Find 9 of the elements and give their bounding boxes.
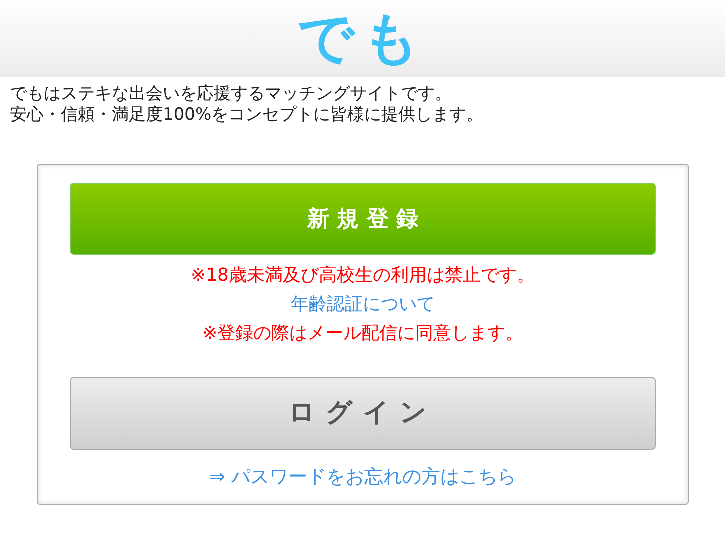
intro-text: でもはステキな出会いを応援するマッチングサイトです。: [10, 84, 453, 105]
warning-text: ※登録の際はメール配信に同意します。: [202, 322, 524, 346]
forgot-password-link[interactable]: ⇒ パスワードをお忘れの方はこちら: [210, 463, 516, 492]
site-logo[interactable]: でも: [298, 10, 428, 66]
login-button[interactable]: ログイン: [70, 377, 656, 450]
age-verification-link[interactable]: 年齢認証について: [291, 290, 435, 319]
register-button[interactable]: 新 規 登 録: [70, 183, 656, 255]
warning-text: ※18歳未満及び高校生の利用は禁止です。: [191, 264, 535, 288]
intro-text: 安心・信頼・満足度100%をコンセプトに皆様に提供します。: [10, 105, 485, 126]
